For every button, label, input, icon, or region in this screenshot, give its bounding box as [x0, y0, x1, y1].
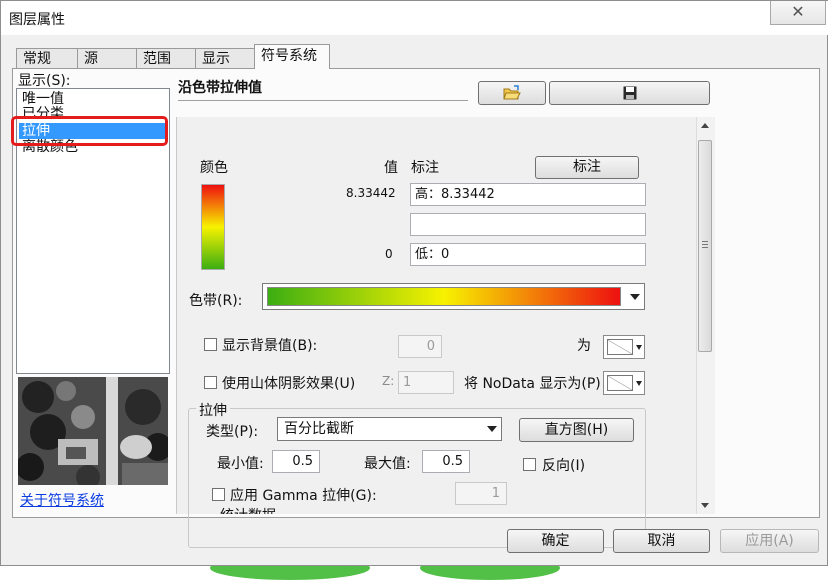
background-value-field[interactable]: 0 [398, 335, 442, 358]
no-color-icon [607, 375, 633, 391]
floppy-disk-icon [623, 86, 636, 100]
ok-button[interactable]: 确定 [507, 529, 604, 553]
grip-icon [702, 241, 708, 242]
tab-symbology[interactable]: 符号系统 [254, 44, 330, 69]
invert-checkbox[interactable] [523, 458, 536, 471]
label-header: 标注 [411, 160, 439, 176]
chevron-down-icon [487, 426, 497, 432]
tab-general[interactable]: 常规 [16, 48, 78, 68]
background-as-label: 为 [577, 338, 591, 354]
min-label: 最小值: [217, 456, 264, 472]
section-title: 沿色带拉伸值 [178, 80, 262, 96]
chevron-down-icon [636, 381, 642, 386]
invert-label: 反向(I) [542, 458, 586, 474]
tab-source[interactable]: 源 [77, 48, 137, 68]
gamma-value-field[interactable]: 1 [455, 482, 507, 505]
open-file-button[interactable] [478, 81, 546, 105]
stretch-type-select[interactable]: 百分比截断 [277, 417, 502, 441]
max-value-field[interactable]: 0.5 [422, 450, 470, 473]
apply-button[interactable]: 应用(A) [720, 529, 819, 553]
background-color-select[interactable] [603, 335, 645, 359]
gamma-checkbox[interactable] [212, 488, 225, 501]
list-item-unique-values[interactable]: 唯一值 [22, 91, 64, 107]
stretch-type-label: 类型(P): [206, 424, 259, 440]
stretch-group-label: 拉伸 [196, 400, 230, 420]
tab-extent[interactable]: 范围 [136, 48, 196, 68]
min-value-field[interactable]: 0.5 [272, 450, 320, 473]
chevron-down-icon [636, 345, 642, 350]
nodata-label: 将 NoData 显示为(P) [464, 376, 601, 392]
color-ramp-swatch [267, 287, 621, 306]
section-divider [178, 100, 468, 101]
selection-highlight-ring [11, 116, 168, 146]
color-ramp-select[interactable] [262, 283, 645, 310]
title-bar: 图层属性 ✕ [1, 1, 829, 35]
scroll-down-icon[interactable] [701, 503, 709, 508]
statistics-label: 统计数据 [220, 505, 276, 514]
label-button[interactable]: 标注 [535, 156, 639, 179]
color-header: 颜色 [200, 160, 228, 176]
chevron-down-icon [630, 294, 640, 300]
show-background-checkbox[interactable] [204, 338, 217, 351]
about-symbology-link[interactable]: 关于符号系统 [20, 490, 104, 510]
renderer-preview-image [18, 377, 168, 485]
gamma-label: 应用 Gamma 拉伸(G): [230, 488, 377, 504]
show-label: 显示(S): [18, 73, 71, 89]
z-factor-field[interactable]: 1 [398, 371, 454, 394]
no-color-icon [607, 339, 633, 355]
middle-label-field[interactable] [410, 213, 646, 236]
color-ramp-preview [201, 184, 225, 270]
show-background-label: 显示背景值(B): [222, 338, 318, 354]
cancel-button[interactable]: 取消 [613, 529, 710, 553]
z-label: Z: [382, 374, 395, 388]
max-label: 最大值: [364, 456, 411, 472]
low-value: 0 [385, 247, 393, 261]
color-ramp-label: 色带(R): [189, 293, 243, 309]
window-title: 图层属性 [9, 12, 65, 28]
hillshade-label: 使用山体阴影效果(U) [222, 376, 356, 392]
folder-open-icon [503, 85, 521, 100]
high-label-field[interactable]: 高：8.33442 [410, 183, 646, 206]
histogram-button[interactable]: 直方图(H) [519, 418, 634, 442]
stats-row-clip: 统计数据 [176, 505, 696, 514]
tab-display[interactable]: 显示 [195, 48, 255, 68]
close-icon: ✕ [791, 2, 805, 21]
save-button[interactable] [549, 81, 710, 105]
nodata-color-select[interactable] [603, 371, 645, 395]
low-label-field[interactable]: 低：0 [410, 243, 646, 266]
value-header: 值 [384, 160, 398, 176]
scroll-up-icon[interactable] [701, 123, 709, 128]
high-value: 8.33442 [346, 186, 396, 200]
scrollbar-thumb[interactable] [698, 140, 712, 352]
hillshade-checkbox[interactable] [204, 376, 217, 389]
close-button[interactable]: ✕ [770, 1, 826, 25]
